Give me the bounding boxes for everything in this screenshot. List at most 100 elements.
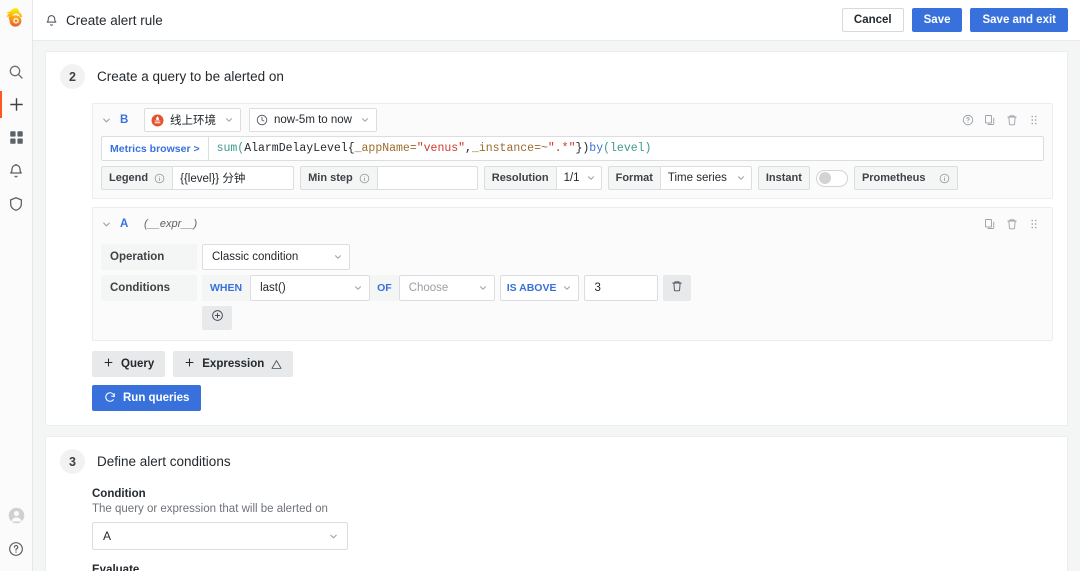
add-query-button[interactable]: Query <box>92 351 166 377</box>
expr-token-group: (level) <box>603 142 652 155</box>
time-range-value: now-5m to now <box>274 114 352 126</box>
plus-icon <box>8 96 25 113</box>
header-actions: Cancel Save Save and exit <box>841 8 1068 32</box>
expr-token-str1: "venus" <box>416 142 466 155</box>
sidebar-item-admin[interactable] <box>0 187 33 220</box>
evaluator-operator-select[interactable]: IS ABOVE <box>499 275 580 301</box>
plus-icon <box>184 357 195 371</box>
help-circle-icon <box>8 541 24 557</box>
grafana-logo[interactable] <box>5 7 27 29</box>
chevron-down-icon <box>586 173 596 183</box>
chevron-down-icon <box>736 173 746 183</box>
condition-query-select[interactable]: Choose <box>398 275 495 301</box>
time-range-picker[interactable]: now-5m to now <box>249 108 377 132</box>
plus-circle-icon <box>211 309 224 327</box>
prometheus-label: Prometheus <box>861 172 926 184</box>
condition-query-placeholder: Choose <box>408 282 449 294</box>
expression-a-type: (__expr__) <box>144 218 198 230</box>
copy-icon[interactable] <box>984 114 996 126</box>
trash-icon <box>671 279 683 297</box>
condition-label: Condition <box>92 488 146 500</box>
trash-icon[interactable] <box>1006 218 1018 230</box>
step-2-header: 2 Create a query to be alerted on <box>60 64 1053 89</box>
min-step-label: Min step <box>308 172 353 184</box>
evaluate-label: Evaluate <box>92 564 140 571</box>
chevron-down-icon[interactable] <box>101 115 112 126</box>
expr-token-fn: sum( <box>216 142 245 155</box>
query-expression-input[interactable]: sum(AlarmDelayLevel{_appName= "venus", _in… <box>207 136 1044 161</box>
copy-icon[interactable] <box>984 218 996 230</box>
resolution-select[interactable]: 1/1 <box>555 166 602 190</box>
info-circle-icon[interactable] <box>939 173 950 184</box>
min-step-input[interactable] <box>376 166 478 190</box>
page-header: Create alert rule Cancel Save Save and e… <box>33 0 1080 41</box>
chevron-down-icon <box>360 115 370 125</box>
reducer-value: last() <box>260 282 286 294</box>
dashboards-grid-icon <box>9 130 24 145</box>
instant-toggle[interactable] <box>815 169 848 187</box>
format-select[interactable]: Time series <box>659 166 752 190</box>
sidebar-item-alerting[interactable] <box>0 154 33 187</box>
search-icon <box>8 64 24 80</box>
expr-token-comma: , <box>465 142 472 155</box>
trash-icon[interactable] <box>1006 114 1018 126</box>
drag-handle-icon[interactable] <box>1028 218 1040 230</box>
query-b-header: B 线上环境 now-5m to now <box>93 104 1052 136</box>
info-circle-icon[interactable] <box>154 173 165 184</box>
operation-value: Classic condition <box>212 251 299 263</box>
evaluator-operator-value: IS ABOVE <box>506 282 557 294</box>
evaluator-threshold-input[interactable]: 3 <box>584 275 659 301</box>
sidebar-item-create[interactable] <box>0 88 33 121</box>
legend-field: Legend {{level}} 分钟 <box>101 166 295 190</box>
add-expression-button[interactable]: Expression <box>173 351 294 377</box>
format-label: Format <box>607 166 660 190</box>
expression-row-a: A (__expr__) Operation Classic condition… <box>92 207 1053 341</box>
step-2-title: Create a query to be alerted on <box>97 69 284 84</box>
sidebar-item-help[interactable] <box>0 532 33 565</box>
run-queries-label: Run queries <box>123 392 190 404</box>
save-and-exit-button[interactable]: Save and exit <box>970 8 1068 32</box>
run-queries-button[interactable]: Run queries <box>92 385 202 411</box>
condition-select[interactable]: A <box>92 522 348 550</box>
add-buttons-row: Query Expression <box>92 351 1053 377</box>
cancel-button[interactable]: Cancel <box>841 8 904 32</box>
legend-input[interactable]: {{level}} 分钟 <box>172 166 295 190</box>
help-circle-icon[interactable] <box>962 114 974 126</box>
expression-a-header: A (__expr__) <box>93 208 1052 240</box>
clock-icon <box>256 114 268 126</box>
chevron-down-icon <box>562 283 572 293</box>
operation-label: Operation <box>101 244 197 270</box>
add-query-label: Query <box>121 358 155 370</box>
when-keyword: WHEN <box>202 275 251 301</box>
shield-icon <box>8 196 24 212</box>
expr-token-str2: ".*" <box>547 142 576 155</box>
expr-token-by: by <box>589 142 604 155</box>
resolution-value: 1/1 <box>563 172 580 184</box>
sidebar-item-search[interactable] <box>0 55 33 88</box>
metrics-browser-link[interactable]: Metrics browser > <box>101 136 208 161</box>
query-b-refid[interactable]: B <box>120 114 136 126</box>
prometheus-query-editor: Metrics browser > sum(AlarmDelayLevel{_a… <box>93 136 1052 198</box>
info-circle-icon[interactable] <box>359 173 370 184</box>
datasource-picker[interactable]: 线上环境 <box>144 108 241 132</box>
warning-triangle-icon <box>271 359 282 370</box>
sidebar-item-dashboards[interactable] <box>0 121 33 154</box>
reducer-select[interactable]: last() <box>250 275 371 301</box>
add-condition-button[interactable] <box>202 306 232 330</box>
drag-handle-icon[interactable] <box>1028 114 1040 126</box>
step-3-title: Define alert conditions <box>97 454 231 469</box>
prometheus-label-box: Prometheus <box>853 166 958 190</box>
conditions-label: Conditions <box>101 275 197 301</box>
bell-icon <box>8 163 24 179</box>
refresh-icon <box>104 391 116 406</box>
save-button[interactable]: Save <box>911 8 963 32</box>
legend-label: Legend <box>109 172 149 184</box>
expression-a-refid[interactable]: A <box>120 218 136 230</box>
app-root: Create alert rule Cancel Save Save and e… <box>0 0 1080 571</box>
chevron-down-icon[interactable] <box>101 219 112 230</box>
delete-condition-button[interactable] <box>663 275 692 301</box>
chevron-down-icon <box>353 283 363 293</box>
resolution-field: Resolution 1/1 <box>483 166 602 190</box>
sidebar-item-profile[interactable] <box>0 499 33 532</box>
operation-select[interactable]: Classic condition <box>202 244 350 270</box>
